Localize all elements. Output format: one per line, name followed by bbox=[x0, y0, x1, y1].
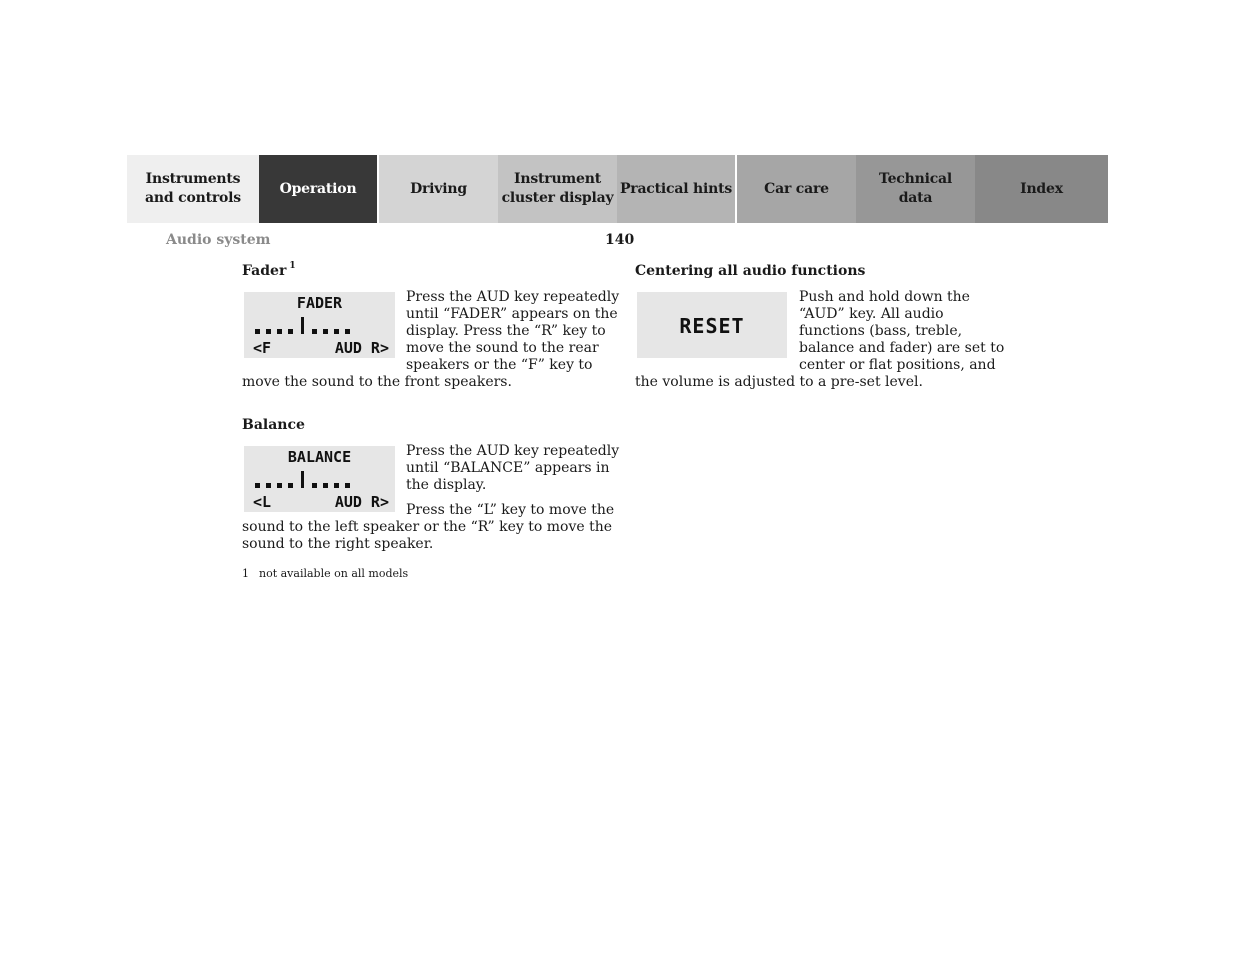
text-line: “AUD” key. All audio bbox=[799, 306, 944, 322]
tab-label: Driving bbox=[410, 180, 467, 197]
level-dot bbox=[323, 483, 328, 488]
tab-label: Instrument cluster display bbox=[501, 171, 614, 206]
section-nav: Instruments and controls Operation Drivi… bbox=[127, 155, 1108, 223]
balance-display: BALANCE <L AUD R> bbox=[244, 446, 395, 512]
text-line: Push and hold down the bbox=[799, 289, 970, 305]
balance-instructions-2: Press the “L” key to move the bbox=[406, 502, 614, 519]
text-line: the volume is adjusted to a pre-set leve… bbox=[635, 374, 923, 390]
fader-instructions: Press the AUD key repeatedly until “FADE… bbox=[406, 289, 619, 374]
display-title: BALANCE bbox=[287, 448, 352, 466]
text-line: Press the AUD key repeatedly bbox=[406, 443, 620, 459]
tab-instruments-and-controls[interactable]: Instruments and controls bbox=[127, 155, 259, 223]
centering-instructions: Push and hold down the “AUD” key. All au… bbox=[799, 289, 1004, 374]
text-line: the display. bbox=[406, 477, 487, 493]
level-dot bbox=[266, 483, 271, 488]
display-right-keys: AUD R> bbox=[334, 339, 389, 357]
balance-heading: Balance bbox=[242, 417, 305, 433]
level-dot bbox=[312, 329, 317, 334]
tab-car-care[interactable]: Car care bbox=[737, 155, 856, 223]
display-left-key: <L bbox=[253, 493, 272, 511]
fader-heading-text: Fader bbox=[242, 263, 287, 279]
level-dot bbox=[255, 483, 260, 488]
reset-display: RESET bbox=[637, 292, 787, 358]
level-dot bbox=[277, 483, 282, 488]
footnote-ref: 1 bbox=[289, 261, 296, 271]
tab-technical-data[interactable]: Technical data bbox=[856, 155, 975, 223]
footnote-number: 1 bbox=[242, 567, 249, 580]
fader-heading: Fader 1 bbox=[242, 261, 296, 279]
text-line: until “BALANCE” appears in bbox=[406, 460, 610, 476]
footnote-text: not available on all models bbox=[259, 567, 409, 580]
text-line: sound to the left speaker or the “R” key… bbox=[242, 519, 613, 535]
page-number: 140 bbox=[605, 232, 635, 248]
fader-instructions-tail: move the sound to the front speakers. bbox=[242, 374, 512, 391]
level-dot bbox=[255, 329, 260, 334]
level-dot bbox=[288, 329, 293, 334]
text-line: move the sound to the front speakers. bbox=[242, 374, 512, 390]
text-line: center or flat positions, and bbox=[799, 357, 996, 373]
centering-instructions-tail: the volume is adjusted to a pre-set leve… bbox=[635, 374, 923, 391]
level-dot bbox=[334, 483, 339, 488]
level-dot bbox=[277, 329, 282, 334]
level-center-marker bbox=[301, 317, 304, 334]
display-left-key: <F bbox=[253, 339, 272, 357]
tab-label: Operation bbox=[279, 180, 357, 197]
display-key-row: <L AUD R> bbox=[253, 494, 389, 510]
level-dot bbox=[266, 329, 271, 334]
balance-instructions: Press the AUD key repeatedly until “BALA… bbox=[406, 443, 619, 494]
tab-instrument-cluster-display[interactable]: Instrument cluster display bbox=[498, 155, 617, 223]
tab-label: Technical data bbox=[878, 171, 953, 206]
text-line: speakers or the “F” key to bbox=[406, 357, 593, 373]
tab-label: Practical hints bbox=[619, 180, 733, 197]
text-line: functions (bass, treble, bbox=[799, 323, 963, 339]
level-dot bbox=[345, 483, 350, 488]
level-dot bbox=[323, 329, 328, 334]
display-key-row: <F AUD R> bbox=[253, 340, 389, 356]
footnote: 1 not available on all models bbox=[242, 567, 408, 580]
level-dot bbox=[334, 329, 339, 334]
display-title: RESET bbox=[679, 314, 745, 338]
tab-label: Index bbox=[1020, 180, 1063, 197]
level-center-marker bbox=[301, 471, 304, 488]
text-line: display. Press the “R” key to bbox=[406, 323, 606, 339]
tab-practical-hints[interactable]: Practical hints bbox=[617, 155, 737, 223]
section-title: Audio system bbox=[166, 232, 271, 248]
balance-level-bar bbox=[255, 470, 395, 488]
text-line: balance and fader) are set to bbox=[799, 340, 1005, 356]
tab-label: Car care bbox=[764, 180, 829, 197]
balance-instructions-tail: sound to the left speaker or the “R” key… bbox=[242, 519, 612, 553]
level-dot bbox=[312, 483, 317, 488]
text-line: move the sound to the rear bbox=[406, 340, 599, 356]
fader-display: FADER <F AUD R> bbox=[244, 292, 395, 358]
level-dot bbox=[345, 329, 350, 334]
tab-index[interactable]: Index bbox=[975, 155, 1108, 223]
text-line: Press the “L” key to move the bbox=[406, 502, 615, 518]
text-line: sound to the right speaker. bbox=[242, 536, 434, 552]
tab-label: Instruments and controls bbox=[145, 171, 241, 206]
display-title: FADER bbox=[296, 294, 343, 312]
centering-heading: Centering all audio functions bbox=[635, 263, 866, 279]
level-dot bbox=[288, 483, 293, 488]
text-line: Press the AUD key repeatedly bbox=[406, 289, 620, 305]
fader-level-bar bbox=[255, 316, 395, 334]
display-right-keys: AUD R> bbox=[334, 493, 389, 511]
text-line: until “FADER” appears on the bbox=[406, 306, 618, 322]
tab-operation[interactable]: Operation bbox=[259, 155, 379, 223]
tab-driving[interactable]: Driving bbox=[379, 155, 498, 223]
